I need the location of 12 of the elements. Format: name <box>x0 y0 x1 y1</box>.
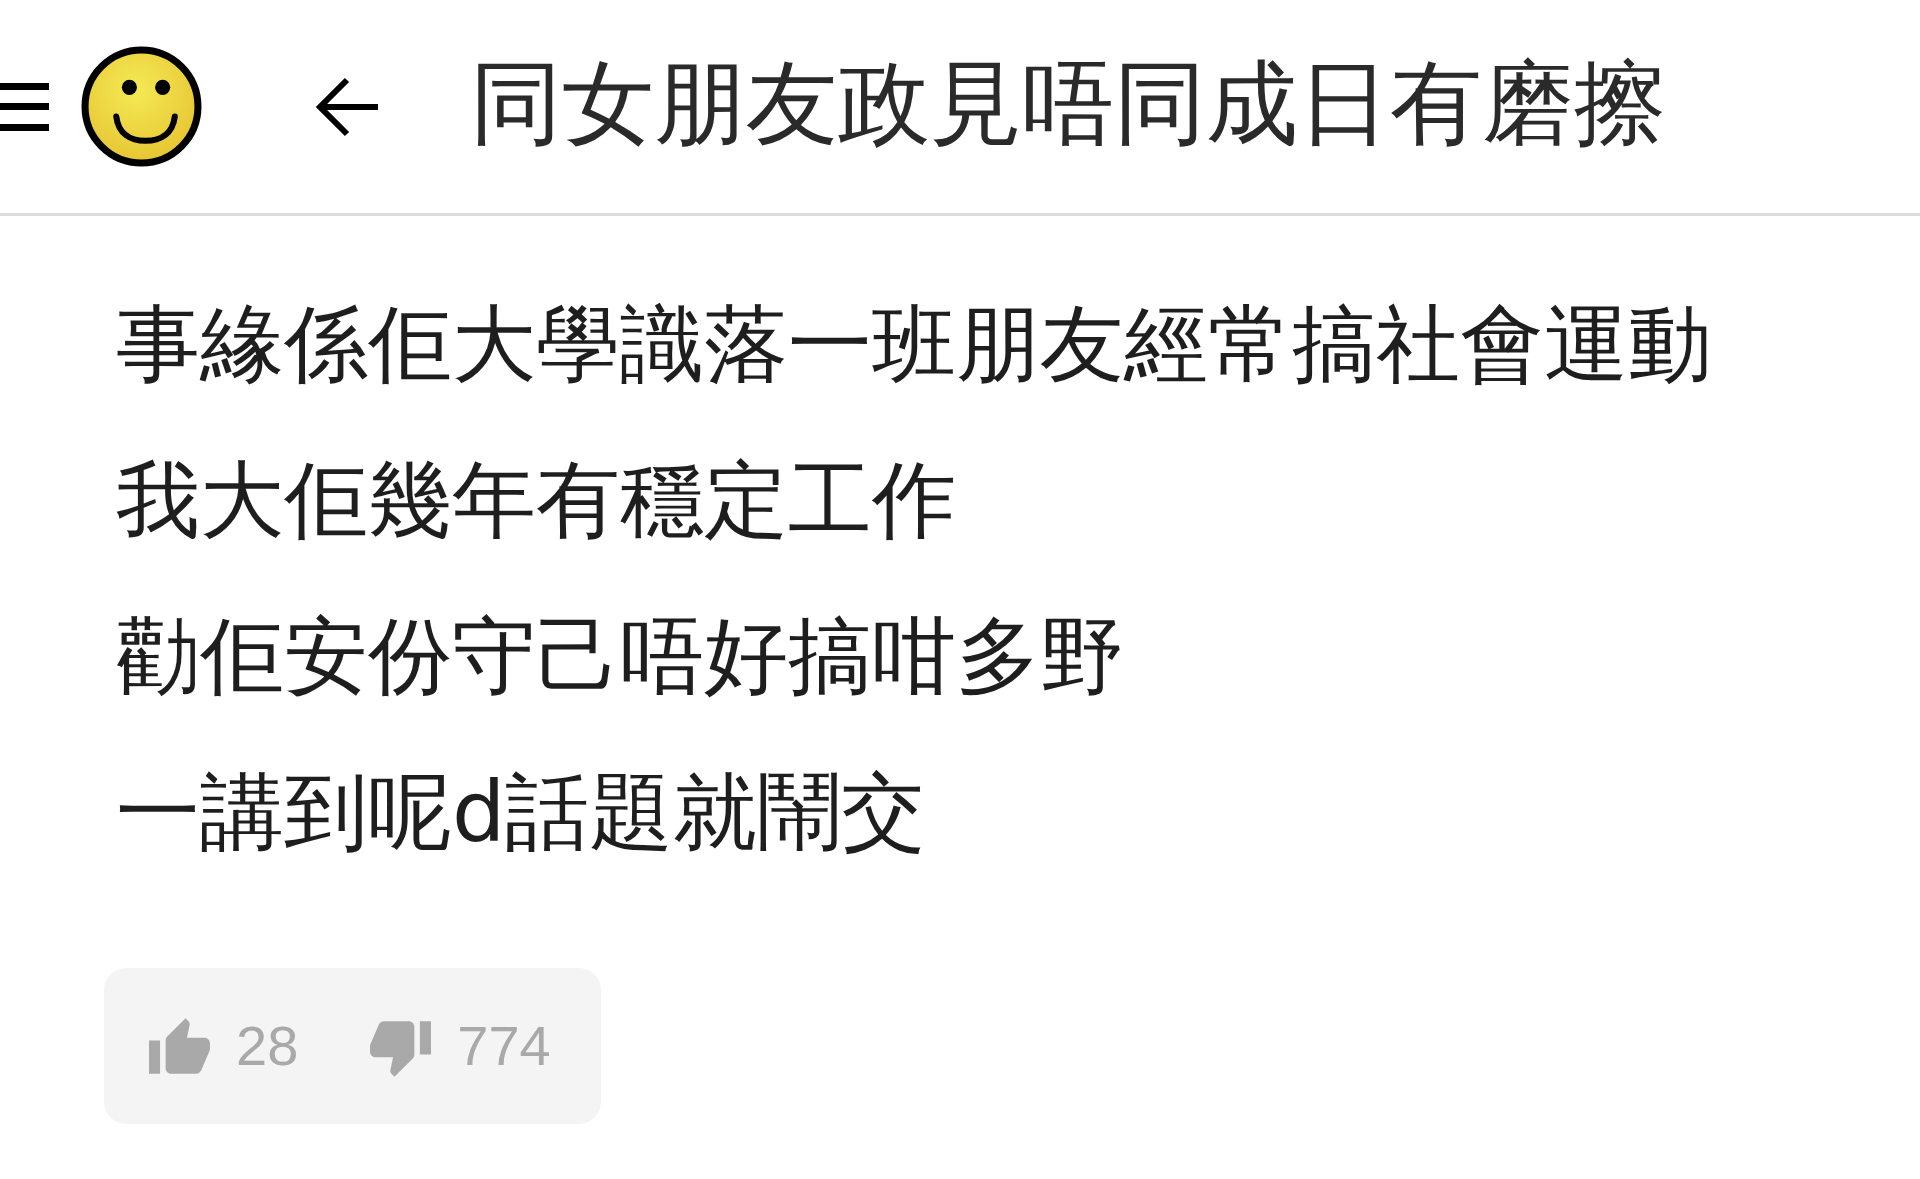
thumbs-down-icon <box>370 1021 432 1077</box>
post-line: 勸佢安份守己唔好搞咁多野 <box>116 606 1124 707</box>
post-line: 事緣係佢大學識落一班朋友經常搞社會運動 <box>116 294 1712 395</box>
menu-icon[interactable] <box>0 82 49 131</box>
like-button[interactable]: 28 <box>149 1018 299 1074</box>
back-icon[interactable] <box>316 76 378 137</box>
thumbs-up-icon <box>149 1018 210 1074</box>
smiley-icon <box>81 46 202 167</box>
page-title: 同女朋友政見唔同成日有磨擦 <box>470 49 1666 160</box>
post-line: 一講到呢d話題就鬧交 <box>116 762 926 863</box>
post-line: 我大佢幾年有穩定工作 <box>116 450 956 551</box>
dislike-button[interactable]: 774 <box>370 1015 551 1077</box>
